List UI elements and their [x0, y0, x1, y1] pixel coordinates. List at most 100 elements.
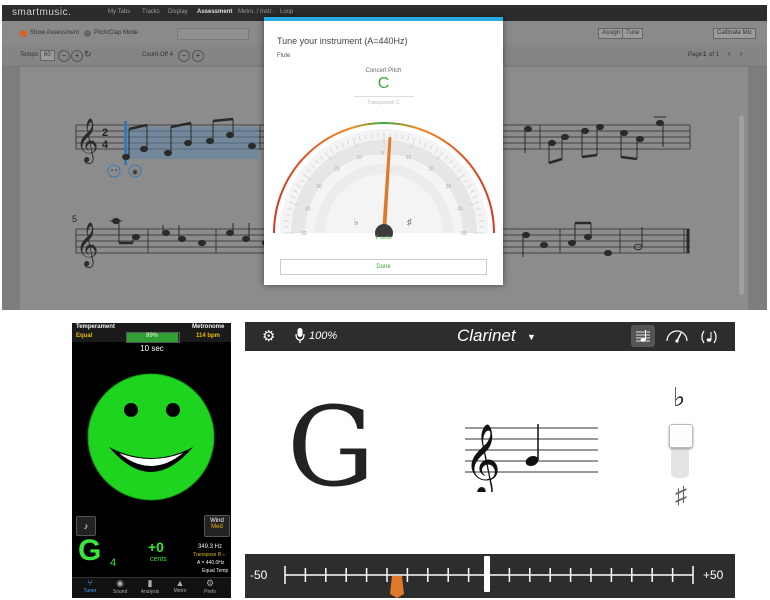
gear-icon: ⚙ [205, 578, 215, 588]
strobe-mode-icon[interactable] [700, 329, 718, 345]
count-minus-icon[interactable]: − [178, 50, 190, 62]
time-sig-top: 2 [102, 127, 108, 139]
tab-analysis[interactable]: ▮ Analysis [136, 578, 164, 595]
done-button[interactable]: Done [280, 259, 487, 275]
phone-octave: 4 [110, 557, 117, 569]
reset-icon[interactable]: ↻ [84, 49, 92, 60]
next-page-icon[interactable]: › [740, 49, 743, 58]
microphone-icon[interactable] [295, 328, 305, 344]
analysis-icon: ▮ [147, 578, 153, 588]
nav-loop[interactable]: Loop [280, 9, 293, 15]
nav-metro-instr[interactable]: Metro. / Instr. [238, 9, 273, 15]
instrument-label: Flute [277, 53, 291, 59]
dialog-title: Tune your instrument (A=440Hz) [277, 36, 408, 46]
settings-gear-icon[interactable]: ⚙ [262, 327, 275, 345]
smartmusic-logo: smartmusic. [12, 7, 72, 18]
sharp-indicator: ♯ [407, 217, 412, 227]
dial-label: 20 [334, 166, 340, 172]
tab-tuner[interactable]: ⑂ Tuner [76, 578, 104, 594]
dial-label: 20 [428, 166, 434, 172]
sheet-scrollbar[interactable] [739, 115, 744, 295]
tempo-minus-icon[interactable]: − [58, 50, 70, 62]
instrument-selector[interactable]: Clarinet [457, 326, 516, 346]
dropdown-arrow-icon[interactable]: ▼ [527, 332, 536, 342]
notation-mode-icon[interactable] [631, 325, 655, 347]
phone-note: G [78, 534, 102, 567]
phone-tuner: Temperament Equal Metronome 114 bpm 99% … [72, 323, 231, 598]
cents-scale-bar: -50 +50 [245, 554, 735, 598]
cents-scale [284, 556, 694, 598]
dial-label: 30 [446, 184, 452, 190]
smiley-face-icon [87, 373, 215, 501]
tab-metro[interactable]: ▲ Metro [166, 578, 194, 594]
nav-tracks[interactable]: Tracks [142, 9, 160, 15]
wind-button[interactable]: Wind Med [204, 515, 230, 537]
svg-text:𝄞: 𝄞 [464, 422, 501, 492]
flat-indicator: ♭ [354, 217, 359, 227]
phone-cents-value: +0 [148, 539, 164, 555]
calibrate-mic-button[interactable]: Calibrate Mic [713, 28, 757, 39]
temperament-label: Temperament [76, 324, 115, 330]
tempo-input[interactable]: 60 [40, 50, 55, 61]
svg-text:𝄞: 𝄞 [76, 222, 98, 268]
app-toolbar: ⚙ 100% Clarinet ▼ [245, 322, 735, 351]
tune-button[interactable]: Tune [622, 28, 644, 39]
pitch-slider-thumb[interactable] [669, 424, 693, 448]
tempo-label: Tempo [20, 52, 39, 58]
count-plus-icon[interactable]: + [192, 50, 204, 62]
flat-symbol: ♭ [673, 382, 686, 412]
cents-readout: 2 cents [375, 235, 392, 241]
nav-my-tabs[interactable]: My Tabs [108, 9, 130, 15]
note-divider [354, 96, 414, 97]
mic-level: 100% [309, 330, 338, 342]
staff-display: 𝄞 [464, 422, 598, 492]
detected-note-large: G [287, 383, 375, 511]
prev-page-icon[interactable]: ‹ [728, 49, 731, 58]
temperament-value[interactable]: Equal [76, 333, 92, 339]
show-assessment-toggle[interactable]: Show Assessment [30, 30, 79, 36]
record-dot-icon[interactable] [20, 30, 27, 37]
dial-label: 30 [316, 184, 322, 190]
dial-label: 40 [305, 206, 311, 212]
count-off-label: Count-Off 4 [142, 52, 173, 58]
svg-text:𝄞: 𝄞 [76, 118, 98, 164]
a-reference: A = 440.0Hz [197, 560, 225, 566]
wind-value: Med [211, 524, 223, 530]
pitch-clap-radio-icon[interactable] [84, 30, 91, 37]
toolbar-field[interactable] [177, 28, 249, 40]
tuning-fork-icon: ⑂ [87, 578, 93, 588]
tab-prefs[interactable]: ⚙ Prefs [196, 578, 224, 595]
progress-percent: 99% [145, 333, 158, 339]
dial-label: 40 [457, 206, 463, 212]
page-label: Page [688, 52, 703, 58]
metronome-label: Metronome [192, 324, 225, 330]
page-of: of [709, 52, 715, 58]
dial-label: 10 [356, 155, 362, 161]
assign-button[interactable]: Assign [598, 28, 625, 39]
temperament-mode: Equal Temp [202, 568, 229, 574]
metronome-value[interactable]: 114 bpm [196, 333, 220, 339]
time-sig-bottom: 4 [102, 139, 109, 151]
timer-readout: 10 sec [140, 344, 164, 353]
concert-pitch-label: Concert Pitch [365, 68, 402, 74]
clarinet-tuner-app: ⚙ 100% Clarinet ▼ G 𝄞 ♭ ♯ -50 +50 [245, 322, 735, 598]
nav-assessment[interactable]: Assessment [197, 9, 232, 15]
phone-tab-bar: ⑂ Tuner ◉ Sound ▮ Analysis ▲ Metro ⚙ Pre… [72, 577, 231, 598]
svg-text:◉: ◉ [132, 169, 138, 176]
tempo-plus-icon[interactable]: + [71, 50, 83, 62]
gauge-mode-icon[interactable] [665, 328, 689, 344]
pitch-clap-mode[interactable]: Pitch/Clap Mode [94, 30, 138, 36]
nav-display[interactable]: Display [168, 9, 188, 15]
tab-sound[interactable]: ◉ Sound [106, 578, 134, 595]
sharp-symbol: ♯ [675, 482, 687, 509]
detected-note: C [377, 75, 390, 92]
frequency-readout: 349.3 Hz [198, 544, 223, 550]
mic-note-icon[interactable]: ♪ [76, 516, 96, 536]
sound-icon: ◉ [116, 578, 124, 588]
tuner-dialog: Tune your instrument (A=440Hz) Flute Con… [264, 17, 503, 285]
dial-label: 0 [381, 151, 384, 157]
phone-cents-label: cents [150, 556, 167, 563]
transpose-readout: Transpose B ♭ [193, 552, 225, 558]
metronome-icon: ▲ [175, 578, 185, 588]
tuning-dial: 504030201001020304050 [273, 122, 495, 237]
